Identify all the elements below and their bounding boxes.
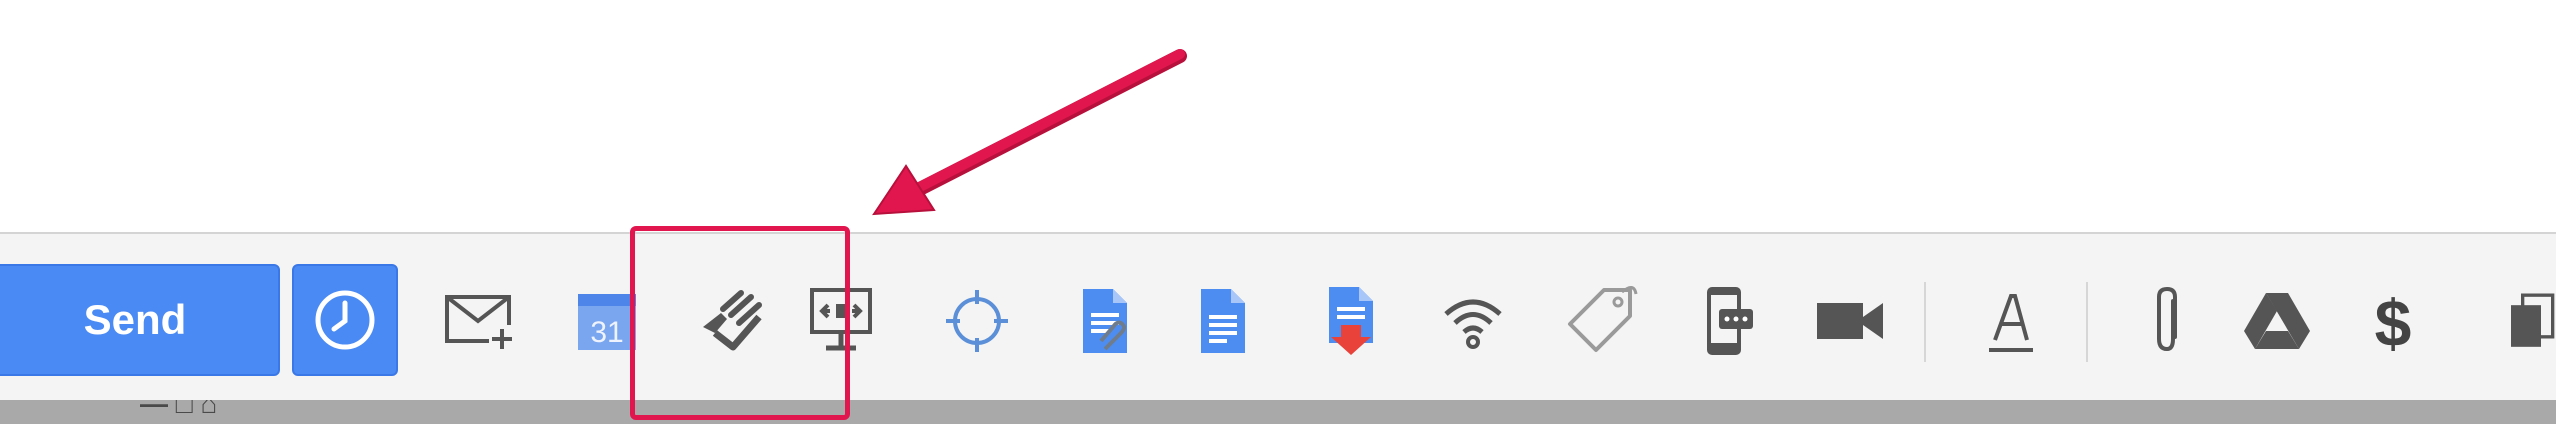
payment-button[interactable]: $: [2348, 276, 2438, 366]
pdf-download-button[interactable]: [1306, 276, 1396, 366]
paperclip-icon: [2157, 286, 2177, 352]
schedule-send-button[interactable]: [292, 264, 398, 376]
mobile-sms-icon: [1707, 287, 1753, 355]
send-button-label: Send: [83, 296, 187, 343]
obscured-text: — □ ⌂: [140, 400, 218, 419]
send-button[interactable]: Send: [0, 264, 280, 376]
signature-tracking-button[interactable]: [686, 276, 776, 366]
pdf-download-icon: [1329, 287, 1373, 355]
drive-button[interactable]: [2232, 276, 2322, 366]
copy-icon: [2511, 293, 2555, 347]
target-button[interactable]: [932, 276, 1022, 366]
doc-attach-button[interactable]: [1060, 276, 1150, 366]
underlying-content-strip: — □ ⌂: [0, 400, 2556, 424]
wifi-tracking-icon: [1444, 299, 1502, 349]
attach-file-button[interactable]: [2122, 276, 2212, 366]
tag-button[interactable]: [1556, 276, 1646, 366]
calendar-icon: 31: [578, 294, 636, 350]
formatting-button[interactable]: [1966, 276, 2056, 366]
screen-share-icon: [810, 288, 872, 351]
doc-attach-icon: [1083, 289, 1127, 353]
crosshair-target-icon: [946, 290, 1008, 352]
calendar-button[interactable]: 31: [562, 276, 652, 366]
schedule-clock-icon: [315, 290, 375, 350]
dollar-icon: $: [2375, 286, 2412, 358]
google-doc-button[interactable]: [1178, 276, 1268, 366]
signature-tracking-icon: [703, 290, 762, 351]
toolbar-separator: [2086, 282, 2088, 362]
google-drive-icon: [2244, 293, 2310, 349]
tag-icon: [1568, 286, 1638, 352]
calendar-day-number: 31: [590, 316, 623, 349]
copy-button[interactable]: [2506, 276, 2556, 366]
compose-mail-button[interactable]: [436, 276, 526, 366]
svg-text:$: $: [2375, 286, 2412, 358]
text-format-icon: [1989, 294, 2033, 352]
screen-share-button[interactable]: [796, 276, 886, 366]
compose-mail-icon: [445, 295, 515, 351]
toolbar-separator: [1924, 282, 1926, 362]
google-doc-icon: [1201, 289, 1245, 353]
video-camera-icon: [1817, 303, 1883, 339]
video-button[interactable]: [1806, 276, 1896, 366]
mobile-sms-button[interactable]: [1682, 276, 1772, 366]
tracking-button[interactable]: [1428, 276, 1518, 366]
